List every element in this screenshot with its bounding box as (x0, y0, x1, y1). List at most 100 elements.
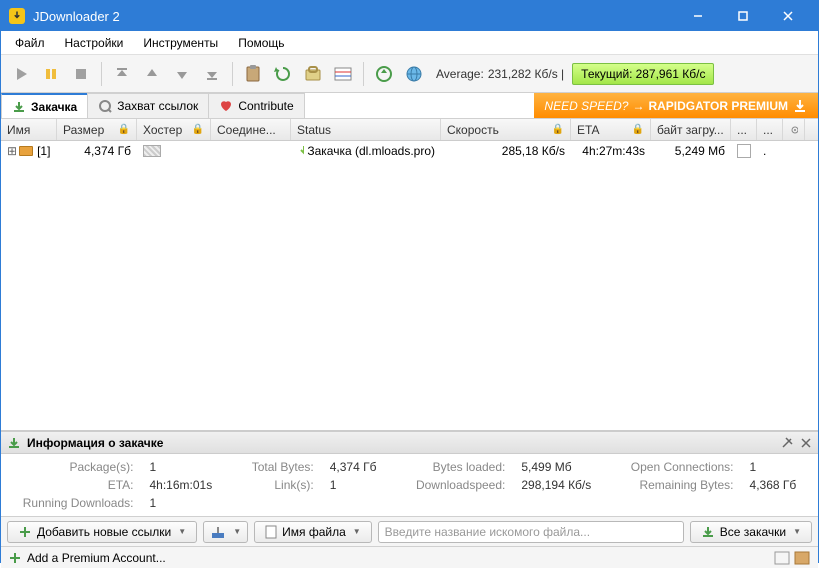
plus-icon (9, 552, 21, 564)
col-dots[interactable]: ... (757, 119, 783, 140)
menu-help[interactable]: Помощь (228, 34, 294, 52)
expand-icon[interactable]: ⊞ (7, 144, 17, 159)
tab-label: Contribute (238, 99, 293, 113)
premium-toggle-button[interactable] (299, 60, 327, 88)
remain-value: 4,368 Гб (750, 478, 808, 492)
add-links-button[interactable]: Добавить новые ссылки ▼ (7, 521, 197, 543)
pause-button[interactable] (37, 60, 65, 88)
settings-icon[interactable] (780, 436, 794, 450)
downloads-table[interactable]: ⊞[1] 4,374 Гб Закачка (dl.mloads.pro) 28… (1, 141, 818, 431)
reconnect-button[interactable] (269, 60, 297, 88)
promo-download-icon (792, 98, 808, 114)
col-eta[interactable]: ETA🔒 (571, 119, 651, 140)
promo-banner[interactable]: NEED SPEED? → RAPIDGATOR PREMIUM (534, 93, 818, 118)
col-loaded[interactable]: байт загру... (651, 119, 731, 140)
menu-file[interactable]: Файл (5, 34, 55, 52)
titlebar: JDownloader 2 (1, 1, 818, 31)
row-loaded: 5,249 Мб (651, 144, 731, 158)
info-panel-header: Информация о закачке (1, 432, 818, 454)
status-icon-2[interactable] (794, 551, 810, 565)
search-input[interactable]: Введите название искомого файла... (378, 521, 684, 543)
menu-settings[interactable]: Настройки (55, 34, 134, 52)
row-size: 4,374 Гб (57, 144, 137, 158)
clipboard-monitor-button[interactable] (239, 60, 267, 88)
col-size[interactable]: Размер🔒 (57, 119, 137, 140)
chevron-down-icon: ▼ (793, 527, 801, 536)
links-value: 1 (330, 478, 388, 492)
links-label: Link(s): (240, 478, 314, 492)
move-down-button[interactable] (168, 60, 196, 88)
close-button[interactable] (765, 1, 810, 31)
openconn-value: 1 (750, 460, 808, 474)
tab-downloads[interactable]: Закачка (1, 93, 88, 118)
tab-linkgrabber[interactable]: Захват ссылок (87, 93, 209, 118)
dlspeed-value: 298,194 Кб/s (521, 478, 603, 492)
table-row[interactable]: ⊞[1] 4,374 Гб Закачка (dl.mloads.pro) 28… (1, 141, 818, 161)
col-status[interactable]: Status (291, 119, 441, 140)
download-icon (12, 100, 26, 114)
row-speed: 285,18 Кб/s (441, 144, 571, 158)
col-conn[interactable]: Соедине... (211, 119, 291, 140)
info-title: Информация о закачке (27, 436, 774, 450)
col-settings[interactable] (783, 119, 805, 140)
view-filter-button[interactable]: Все закачки ▼ (690, 521, 812, 543)
col-name[interactable]: Имя (1, 119, 57, 140)
eta-value: 4h:16m:01s (149, 478, 223, 492)
promo-rapid: RAPIDGATOR PREMIUM (648, 99, 788, 113)
window-title: JDownloader 2 (33, 9, 675, 24)
avg-value: 231,282 Кб/s | (488, 67, 564, 81)
openconn-label: Open Connections: (619, 460, 733, 474)
loaded-value: 5,499 Мб (521, 460, 603, 474)
downloading-icon (297, 144, 304, 158)
col-blank[interactable]: ... (731, 119, 757, 140)
update-button[interactable] (370, 60, 398, 88)
lock-icon: 🔒 (632, 124, 644, 135)
current-label: Текущий: (581, 67, 632, 81)
tabs-row: Закачка Захват ссылок Contribute NEED SP… (1, 93, 818, 119)
chunks-button[interactable] (329, 60, 357, 88)
heart-icon (219, 99, 233, 113)
current-value: 287,961 Кб/с (636, 67, 706, 81)
filename-filter-button[interactable]: Имя файла ▼ (254, 521, 372, 543)
lock-icon: 🔒 (552, 124, 564, 135)
document-icon (265, 525, 277, 539)
menu-tools[interactable]: Инструменты (133, 34, 228, 52)
promo-arrow: → (632, 99, 644, 113)
row-status: Закачка (dl.mloads.pro) (307, 144, 435, 158)
speed-current: Текущий: 287,961 Кб/с (572, 63, 714, 85)
avg-label: Average: (436, 67, 484, 81)
play-button[interactable] (7, 60, 35, 88)
globe-button[interactable] (400, 60, 428, 88)
status-icon-1[interactable] (774, 551, 790, 565)
move-top-button[interactable] (108, 60, 136, 88)
total-label: Total Bytes: (240, 460, 314, 474)
stop-button[interactable] (67, 60, 95, 88)
lock-icon: 🔒 (118, 124, 130, 135)
dlspeed-label: Downloadspeed: (404, 478, 505, 492)
tab-contribute[interactable]: Contribute (208, 93, 304, 118)
minimize-button[interactable] (675, 1, 720, 31)
filename-label: Имя файла (282, 525, 346, 539)
maximize-button[interactable] (720, 1, 765, 31)
progress-icon (737, 144, 751, 158)
bottom-toolbar: Добавить новые ссылки ▼ ▼ Имя файла ▼ Вв… (1, 516, 818, 546)
move-bottom-button[interactable] (198, 60, 226, 88)
linkgrabber-icon (98, 99, 112, 113)
clear-finished-button[interactable]: ▼ (203, 521, 248, 543)
col-hoster[interactable]: Хостер🔒 (137, 119, 211, 140)
remain-label: Remaining Bytes: (619, 478, 733, 492)
chevron-down-icon: ▼ (233, 527, 241, 536)
tab-label: Закачка (31, 100, 77, 114)
tab-label: Захват ссылок (117, 99, 198, 113)
move-up-button[interactable] (138, 60, 166, 88)
chevron-down-icon: ▼ (178, 527, 186, 536)
info-panel: Информация о закачке Package(s): 1 Total … (1, 431, 818, 516)
add-premium-link[interactable]: Add a Premium Account... (27, 551, 166, 565)
add-links-label: Добавить новые ссылки (37, 525, 171, 539)
col-speed[interactable]: Скорость🔒 (441, 119, 571, 140)
download-icon (701, 525, 715, 539)
speed-average: Average: 231,282 Кб/s | (436, 67, 564, 81)
close-panel-icon[interactable] (800, 437, 812, 449)
hoster-icon (143, 145, 161, 157)
packages-label: Package(s): (11, 460, 133, 474)
